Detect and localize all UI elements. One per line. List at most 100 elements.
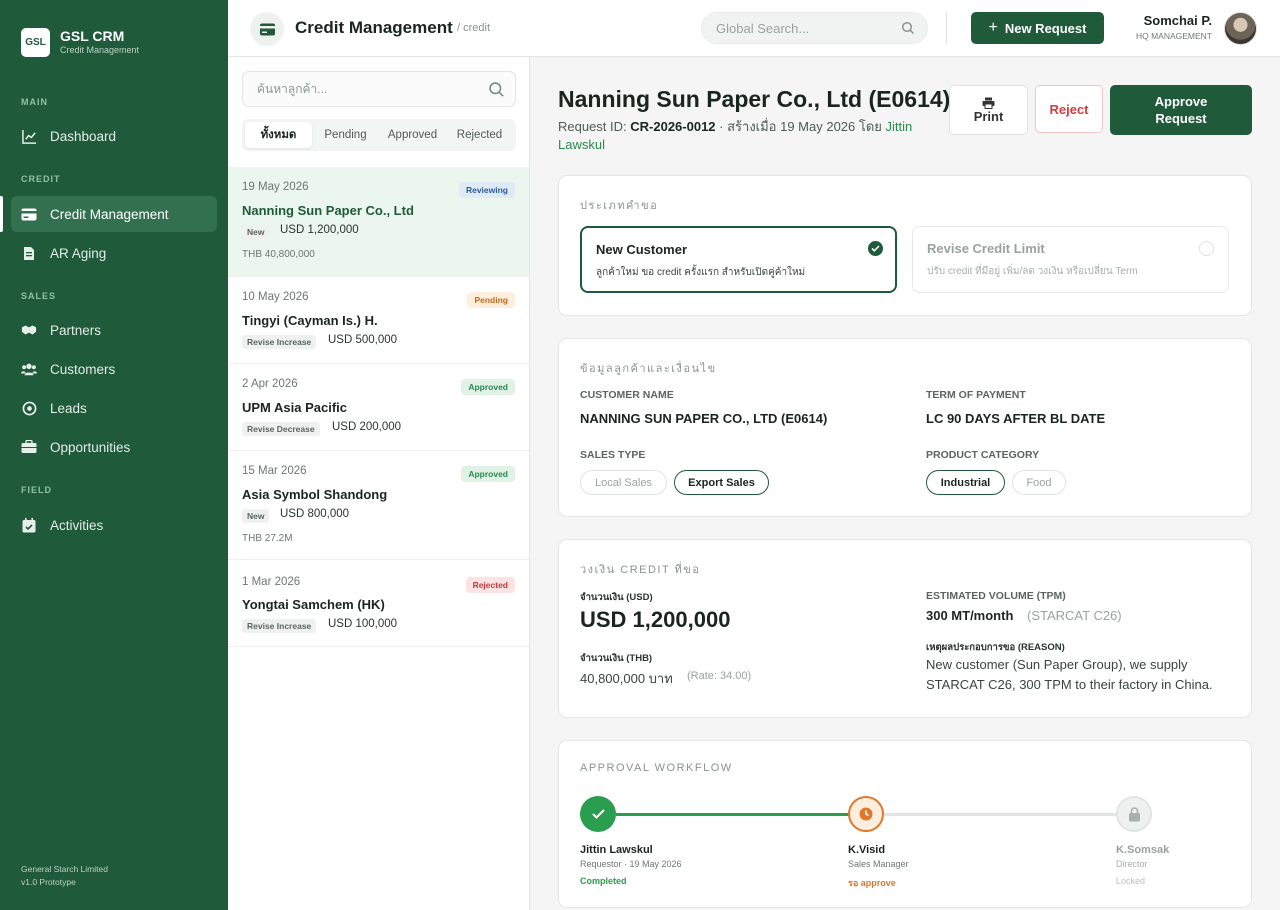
header-divider (946, 12, 947, 44)
term-value: LC 90 DAYS AFTER BL DATE (926, 411, 1106, 426)
card-title: วงเงิน CREDIT ที่ขอ (580, 564, 701, 576)
list-item[interactable]: 19 May 2026 Reviewing Nanning Sun Paper … (228, 167, 529, 277)
workflow-step-current[interactable] (848, 796, 884, 832)
sidebar-item-customers[interactable]: Customers (11, 351, 217, 387)
request-meta: Request ID: CR-2026-0012 · สร้างเมื่อ 19… (558, 118, 938, 154)
tab-pending[interactable]: Pending (312, 122, 379, 148)
sidebar-item-dashboard[interactable]: Dashboard (11, 118, 217, 154)
credit-card-icon (21, 206, 37, 222)
breadcrumb[interactable]: / credit (457, 22, 490, 34)
step-name: Jittin Lawskul (580, 844, 653, 856)
brand[interactable]: GSL GSL CRM Credit Management (0, 0, 228, 62)
request-customer-name: UPM Asia Pacific (242, 400, 348, 415)
list-item[interactable]: 15 Mar 2026 Approved Asia Symbol Shandon… (228, 451, 529, 560)
meta-prefix: Request ID: (558, 119, 631, 134)
step-role: Director (1116, 859, 1148, 869)
list-item[interactable]: 2 Apr 2026 Approved UPM Asia Pacific Rev… (228, 364, 529, 451)
sales-type-label: SALES TYPE (580, 449, 646, 461)
request-type-tag: Revise Increase (242, 619, 317, 633)
request-id: CR-2026-0012 (630, 119, 716, 134)
sidebar-item-activities[interactable]: Activities (11, 507, 217, 543)
request-date: 1 Mar 2026 (242, 576, 301, 588)
briefcase-icon (21, 439, 37, 455)
plus-icon: + (988, 19, 998, 36)
option-new-customer[interactable]: New Customer ลูกค้าใหม่ ขอ credit ครั้งแ… (580, 226, 897, 293)
avatar[interactable] (1224, 12, 1257, 45)
version: v1.0 Prototype (21, 877, 76, 887)
sidebar-item-opportunities[interactable]: Opportunities (11, 429, 217, 465)
request-date: 10 May 2026 (242, 291, 309, 303)
check-icon (868, 241, 883, 256)
user-role: HQ MANAGEMENT (1135, 31, 1212, 41)
reject-button[interactable]: Reject (1035, 85, 1103, 133)
sidebar-item-partners[interactable]: Partners (11, 312, 217, 348)
request-type-tag: New (242, 509, 270, 523)
reason-text-line-2: STARCAT C26, 300 TPM to their factory in… (926, 677, 1213, 692)
page-title: Credit Management (295, 18, 453, 37)
usd-label: จำนวนเงิน (USD) (580, 592, 653, 603)
option-desc: ลูกค้าใหม่ ขอ credit ครั้งแรก สำหรับเปิด… (596, 267, 806, 278)
tab-approved[interactable]: Approved (379, 122, 446, 148)
approve-request-button[interactable]: Approve Request (1110, 85, 1252, 135)
company-name: General Starch Limited (21, 864, 108, 874)
step-name: K.Somsak (1116, 844, 1170, 856)
workflow-line-pending (884, 813, 1134, 816)
print-button[interactable]: Print (949, 85, 1028, 135)
workflow-step-locked[interactable] (1116, 796, 1152, 832)
sidebar: GSL GSL CRM Credit Management MAIN Dashb… (0, 0, 228, 910)
sales-type-export[interactable]: Export Sales (674, 470, 769, 495)
request-amount: USD 800,000 (280, 508, 350, 520)
lock-icon (1128, 806, 1140, 821)
product-category-label: PRODUCT CATEGORY (926, 449, 1040, 461)
list-item[interactable]: 10 May 2026 Pending Tingyi (Cayman Is.) … (228, 277, 529, 364)
volume-value: 300 MT/month (926, 608, 1014, 623)
global-search-input[interactable]: Global Search... (701, 12, 928, 44)
new-request-button[interactable]: + New Request (971, 12, 1104, 44)
option-desc: ปรับ credit ที่มีอยู่ เพิ่ม/ลด วงเงิน หร… (927, 266, 1138, 277)
sidebar-item-label: AR Aging (50, 245, 107, 261)
card-title: ประเภทคำขอ (580, 200, 659, 212)
search-icon[interactable] (901, 21, 915, 38)
request-amount-thb: THB 40,800,000 (242, 249, 315, 260)
tab-all[interactable]: ทั้งหมด (245, 122, 312, 148)
print-label: Print (973, 108, 1004, 124)
exchange-rate: (Rate: 34.00) (687, 670, 752, 682)
option-revise-credit-limit[interactable]: Revise Credit Limit ปรับ credit ที่มีอยู… (912, 226, 1229, 293)
request-amount: USD 1,200,000 (280, 224, 359, 236)
customer-search-input[interactable]: ค้นหาลูกค้า... (242, 71, 516, 107)
detail-title: Nanning Sun Paper Co., Ltd (E0614) (558, 86, 951, 112)
credit-amount-card: วงเงิน CREDIT ที่ขอ จำนวนเงิน (USD) USD … (558, 539, 1252, 718)
request-customer-name: Nanning Sun Paper Co., Ltd (242, 203, 414, 218)
card-title: APPROVAL WORKFLOW (580, 762, 733, 774)
category-food[interactable]: Food (1012, 470, 1066, 495)
check-icon (591, 809, 605, 819)
thb-value: 40,800,000 บาท (580, 671, 673, 686)
request-type-card: ประเภทคำขอ New Customer ลูกค้าใหม่ ขอ cr… (558, 175, 1252, 316)
top-header: Credit Management / credit Global Search… (228, 0, 1280, 57)
sidebar-item-label: Leads (50, 400, 87, 416)
handshake-icon (21, 322, 37, 338)
workflow-step-completed[interactable] (580, 796, 616, 832)
sidebar-item-ar-aging[interactable]: AR Aging (11, 235, 217, 271)
radio-icon (1199, 241, 1214, 256)
request-amount: USD 100,000 (328, 618, 398, 630)
request-customer-name: Yongtai Samchem (HK) (242, 597, 385, 612)
reason-label: เหตุผลประกอบการขอ (REASON) (926, 642, 1065, 653)
search-icon[interactable] (488, 81, 505, 101)
step-name: K.Visid (848, 844, 886, 856)
workflow-line-completed (616, 813, 866, 816)
volume-label: ESTIMATED VOLUME (TPM) (926, 590, 1066, 602)
category-industrial[interactable]: Industrial (926, 470, 1005, 495)
step-status: รอ approve (848, 878, 896, 888)
customer-conditions-card: ข้อมูลลูกค้าและเงื่อนไข CUSTOMER NAME NA… (558, 338, 1252, 517)
nav-section-sales: SALES (21, 291, 57, 301)
sidebar-item-credit-management[interactable]: Credit Management (0, 196, 217, 232)
sales-type-local[interactable]: Local Sales (580, 470, 667, 495)
tab-rejected[interactable]: Rejected (446, 122, 513, 148)
user-name[interactable]: Somchai P. (1144, 13, 1212, 28)
sidebar-item-leads[interactable]: Leads (11, 390, 217, 426)
app-name: GSL CRM (60, 28, 125, 44)
sidebar-item-label: Customers (50, 361, 116, 377)
list-item[interactable]: 1 Mar 2026 Rejected Yongtai Samchem (HK)… (228, 560, 529, 647)
sidebar-item-label: Credit Management (50, 206, 169, 222)
